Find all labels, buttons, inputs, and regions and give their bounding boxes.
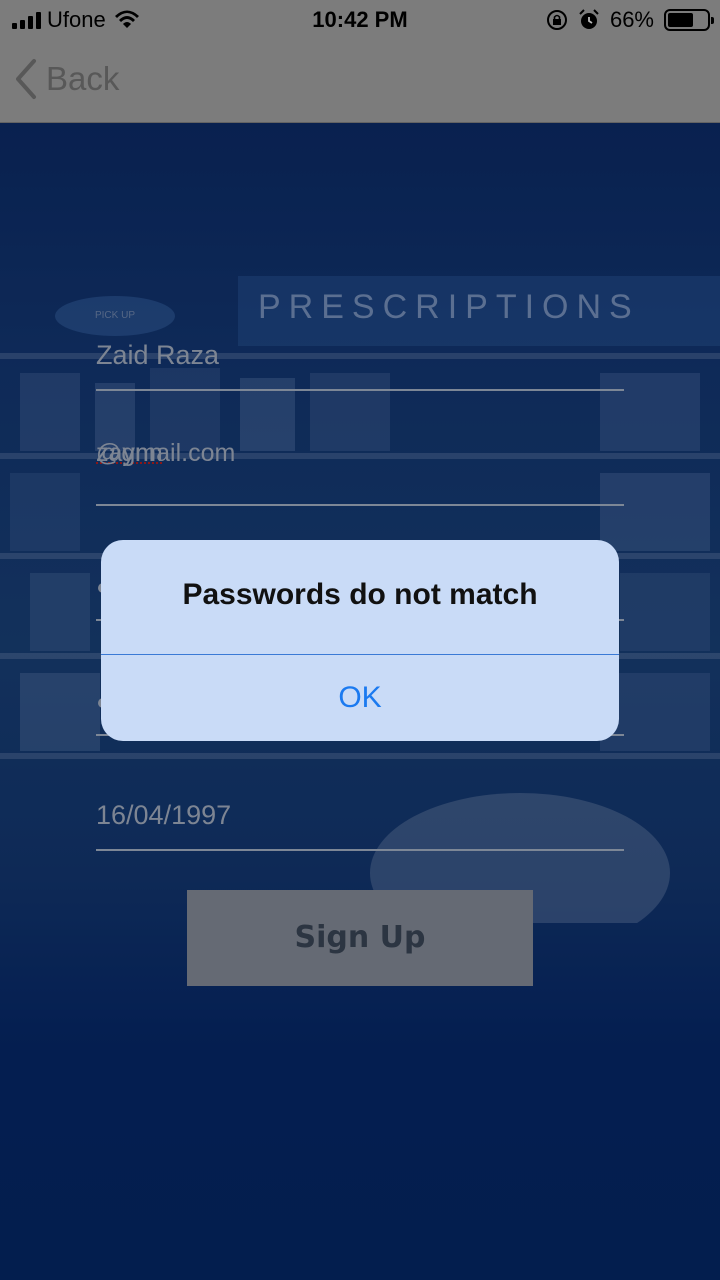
- alert-dialog: Passwords do not match OK: [101, 540, 619, 741]
- ok-button[interactable]: OK: [101, 655, 619, 741]
- alert-title: Passwords do not match: [182, 578, 538, 611]
